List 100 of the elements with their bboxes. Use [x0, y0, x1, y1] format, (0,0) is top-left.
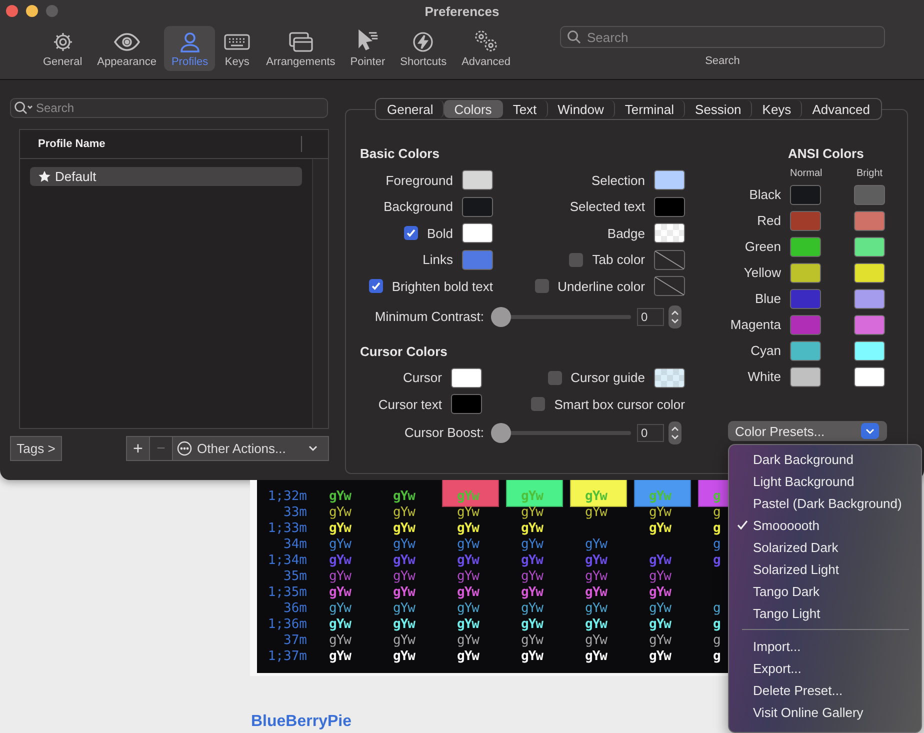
toolbar-button[interactable]: Advanced [454, 26, 518, 71]
color-well[interactable] [790, 367, 821, 387]
empty-color-well[interactable] [654, 250, 685, 270]
checkbox[interactable] [531, 397, 546, 412]
color-well[interactable] [790, 211, 821, 231]
menu-item[interactable]: Export... [734, 657, 916, 679]
menu-item[interactable]: Tango Light [734, 602, 916, 624]
color-well[interactable] [654, 368, 685, 388]
field-label: Links [422, 252, 453, 268]
sample-text: gYw [393, 553, 415, 569]
color-well[interactable] [451, 368, 482, 388]
tags-button[interactable]: Tags > [10, 436, 62, 461]
section-heading: ANSI Colors [787, 146, 865, 162]
tab[interactable]: Session [685, 100, 752, 118]
color-well[interactable] [854, 263, 885, 283]
color-well[interactable] [854, 211, 885, 231]
menu-item[interactable]: Delete Preset... [734, 679, 916, 701]
close-button[interactable] [6, 5, 18, 17]
color-well[interactable] [451, 394, 482, 414]
color-code: 1;35m [268, 585, 307, 601]
checkbox[interactable] [368, 279, 383, 294]
toolbar-button[interactable]: Shortcuts [393, 26, 454, 71]
color-well[interactable] [854, 185, 885, 205]
field-label: Cursor guide [570, 370, 645, 386]
toolbar-button[interactable]: Pointer [343, 26, 392, 71]
menu-item[interactable]: Solarized Light [734, 558, 916, 580]
color-well[interactable] [790, 289, 821, 309]
toolbar-button[interactable]: Appearance [90, 26, 164, 71]
sample-text: gYw [329, 569, 351, 585]
slider[interactable] [491, 422, 631, 442]
add-button[interactable]: + [126, 436, 150, 461]
color-well[interactable] [654, 196, 685, 217]
color-code: 35m [284, 569, 307, 585]
toolbar-button[interactable]: General [36, 26, 90, 71]
slider-thumb[interactable] [491, 422, 511, 442]
page-heading: BlueBerryPie [251, 713, 352, 730]
color-well[interactable] [854, 289, 885, 309]
checkbox[interactable] [534, 279, 549, 294]
color-name: Blue [754, 290, 781, 308]
color-well[interactable] [854, 237, 885, 257]
color-well[interactable] [462, 223, 493, 244]
number-field[interactable]: 0 [637, 308, 664, 326]
tab[interactable]: Keys [752, 100, 802, 118]
color-well[interactable] [654, 223, 685, 244]
menu-item[interactable]: Solarized Dark [734, 536, 916, 558]
minimize-button[interactable] [26, 5, 38, 17]
search-icon [14, 101, 34, 115]
color-well[interactable] [790, 185, 821, 205]
menu-item[interactable]: Tango Dark [734, 580, 916, 602]
toolbar-button[interactable]: Arrangements [259, 26, 342, 71]
stepper[interactable] [668, 304, 682, 328]
number-field[interactable]: 0 [637, 424, 664, 442]
search-field[interactable]: Search [10, 98, 328, 118]
menu-item[interactable]: Import... [734, 635, 916, 657]
sample-text: gYw [585, 649, 607, 665]
color-well[interactable] [854, 367, 885, 387]
sample-text: gYw [393, 585, 415, 601]
sample-text: g [713, 505, 720, 521]
color-well[interactable] [654, 170, 685, 190]
stepper[interactable] [668, 420, 682, 444]
checkbox[interactable] [404, 226, 418, 240]
sample-text: gYw [585, 537, 607, 553]
checkbox[interactable] [569, 252, 584, 267]
checkbox[interactable] [548, 370, 562, 385]
color-well[interactable] [462, 250, 493, 270]
color-well[interactable] [790, 341, 821, 361]
toolbar-button[interactable]: Keys [216, 26, 258, 71]
slider-thumb[interactable] [491, 306, 511, 326]
color-well[interactable] [854, 341, 885, 361]
tab[interactable]: Colors [444, 100, 503, 118]
color-well[interactable] [462, 170, 493, 190]
color-name: Magenta [729, 316, 781, 334]
sample-text: gYw [521, 601, 543, 617]
profile-row[interactable]: Default [30, 167, 302, 186]
color-well[interactable] [790, 315, 821, 335]
ellipsis-icon [177, 441, 192, 456]
slider[interactable] [491, 306, 631, 326]
menu-item[interactable]: Light Background [734, 470, 916, 492]
color-well[interactable] [854, 315, 885, 335]
tab[interactable]: Window [548, 100, 615, 118]
menu-item[interactable]: Visit Online Gallery [734, 701, 916, 723]
search-field[interactable]: Search [560, 26, 885, 48]
color-well[interactable] [462, 196, 493, 217]
tab[interactable]: Advanced [802, 100, 880, 118]
tab[interactable]: Terminal [614, 100, 686, 118]
menu-item[interactable]: Dark Background [734, 448, 916, 470]
sample-text: gYw [393, 489, 415, 505]
color-well[interactable] [790, 237, 821, 257]
menu-item[interactable]: Pastel (Dark Background) [734, 492, 916, 514]
color-presets-popup[interactable]: Color Presets... [728, 421, 887, 441]
zoom-button[interactable] [46, 5, 58, 17]
sample-text: gYw [457, 633, 479, 649]
other-actions-button[interactable]: Other Actions... [173, 436, 329, 461]
chevron-icon [308, 445, 318, 452]
field-label: Badge [607, 226, 645, 241]
empty-color-well[interactable] [654, 276, 685, 296]
tab[interactable]: Text [502, 100, 548, 118]
field-label: Smart box cursor color [554, 396, 685, 412]
menu-item[interactable]: Smoooooth [734, 514, 916, 536]
color-well[interactable] [790, 263, 821, 283]
